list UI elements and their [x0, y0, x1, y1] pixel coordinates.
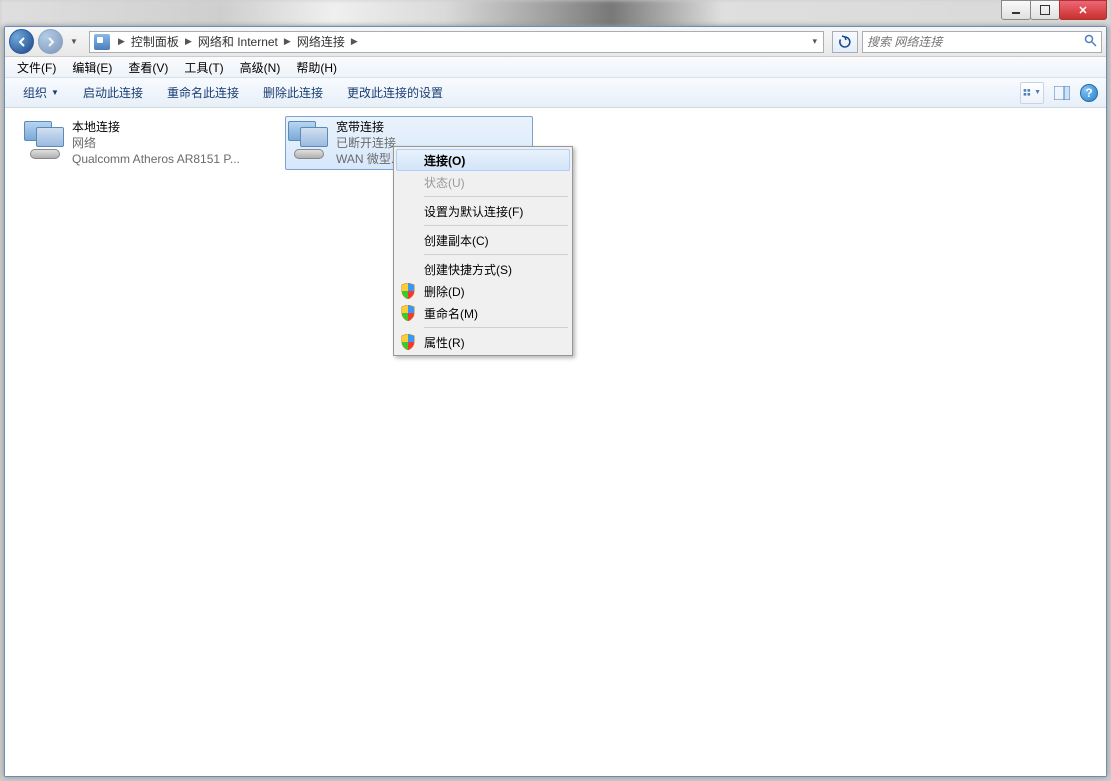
network-adapter-icon	[24, 119, 66, 161]
maximize-button[interactable]	[1030, 0, 1060, 20]
command-bar: 组织 ▼ 启动此连接 重命名此连接 删除此连接 更改此连接的设置 ▼ ?	[5, 78, 1106, 108]
menu-tools[interactable]: 工具(T)	[176, 57, 231, 78]
context-menu-item[interactable]: 设置为默认连接(F)	[396, 200, 570, 222]
chevron-right-icon[interactable]: ▶	[347, 36, 362, 47]
back-button[interactable]	[9, 29, 34, 54]
connection-info: 本地连接 网络 Qualcomm Atheros AR8151 P...	[72, 119, 240, 167]
search-input[interactable]	[867, 35, 1084, 49]
chevron-right-icon[interactable]: ▶	[280, 36, 295, 47]
breadcrumb-item[interactable]: 网络连接	[295, 33, 347, 50]
shield-icon	[401, 305, 415, 321]
cmd-change-settings[interactable]: 更改此连接的设置	[337, 80, 453, 105]
context-menu-separator	[424, 196, 568, 197]
context-menu-item[interactable]: 删除(D)	[396, 280, 570, 302]
breadcrumb-dropdown[interactable]: ▾	[805, 36, 823, 47]
menu-edit[interactable]: 编辑(E)	[64, 57, 120, 78]
context-menu-item: 状态(U)	[396, 171, 570, 193]
context-menu-item[interactable]: 重命名(M)	[396, 302, 570, 324]
help-icon[interactable]: ?	[1080, 84, 1098, 102]
background-blur	[0, 0, 1111, 26]
connection-status: 已断开连接	[336, 135, 401, 151]
context-menu-separator	[424, 327, 568, 328]
forward-button[interactable]	[38, 29, 63, 54]
explorer-window: ▼ ▶ 控制面板 ▶ 网络和 Internet ▶ 网络连接 ▶ ▾ 文件(F)…	[4, 26, 1107, 777]
chevron-right-icon[interactable]: ▶	[181, 36, 196, 47]
chevron-down-icon: ▼	[1034, 89, 1041, 96]
nav-history-dropdown[interactable]: ▼	[67, 32, 81, 52]
context-menu-item[interactable]: 属性(R)	[396, 331, 570, 353]
breadcrumb-item[interactable]: 网络和 Internet	[196, 33, 280, 50]
context-menu-separator	[424, 254, 568, 255]
breadcrumb[interactable]: ▶ 控制面板 ▶ 网络和 Internet ▶ 网络连接 ▶ ▾	[89, 31, 824, 53]
cmd-delete-connection[interactable]: 删除此连接	[253, 80, 333, 105]
menu-view[interactable]: 查看(V)	[120, 57, 176, 78]
chevron-right-icon[interactable]: ▶	[114, 36, 129, 47]
shield-icon	[401, 334, 415, 350]
preview-pane-button[interactable]	[1050, 82, 1074, 104]
context-menu-item[interactable]: 连接(O)	[396, 149, 570, 171]
search-box[interactable]	[862, 31, 1102, 53]
navigation-bar: ▼ ▶ 控制面板 ▶ 网络和 Internet ▶ 网络连接 ▶ ▾	[5, 27, 1106, 57]
network-adapter-icon	[288, 119, 330, 161]
command-bar-right: ▼ ?	[1020, 82, 1098, 104]
menu-bar: 文件(F) 编辑(E) 查看(V) 工具(T) 高级(N) 帮助(H)	[5, 57, 1106, 78]
context-menu: 连接(O)状态(U) 设置为默认连接(F) 创建副本(C) 创建快捷方式(S)删除(D…	[393, 146, 573, 356]
context-menu-separator	[424, 225, 568, 226]
breadcrumb-item[interactable]: 控制面板	[129, 33, 181, 50]
network-connections-icon	[94, 34, 110, 50]
connection-device: WAN 微型...	[336, 151, 401, 167]
context-menu-item[interactable]: 创建快捷方式(S)	[396, 258, 570, 280]
organize-button[interactable]: 组织 ▼	[13, 80, 69, 105]
connection-item-local[interactable]: 本地连接 网络 Qualcomm Atheros AR8151 P...	[21, 116, 269, 170]
cmd-rename-connection[interactable]: 重命名此连接	[157, 80, 249, 105]
connection-title: 宽带连接	[336, 119, 401, 135]
window-title-buttons	[1002, 0, 1107, 22]
connection-info: 宽带连接 已断开连接 WAN 微型...	[336, 119, 401, 167]
view-mode-button[interactable]: ▼	[1020, 82, 1044, 104]
search-icon[interactable]	[1084, 34, 1097, 50]
refresh-button[interactable]	[832, 31, 858, 53]
cmd-start-connection[interactable]: 启动此连接	[73, 80, 153, 105]
connection-title: 本地连接	[72, 119, 240, 135]
menu-file[interactable]: 文件(F)	[9, 57, 64, 78]
organize-label: 组织	[23, 84, 47, 101]
minimize-button[interactable]	[1001, 0, 1031, 20]
context-menu-item[interactable]: 创建副本(C)	[396, 229, 570, 251]
shield-icon	[401, 283, 415, 299]
menu-help[interactable]: 帮助(H)	[288, 57, 345, 78]
menu-advanced[interactable]: 高级(N)	[232, 57, 289, 78]
close-button[interactable]	[1059, 0, 1107, 20]
chevron-down-icon: ▼	[51, 88, 59, 97]
connection-status: 网络	[72, 135, 240, 151]
connection-device: Qualcomm Atheros AR8151 P...	[72, 151, 240, 167]
